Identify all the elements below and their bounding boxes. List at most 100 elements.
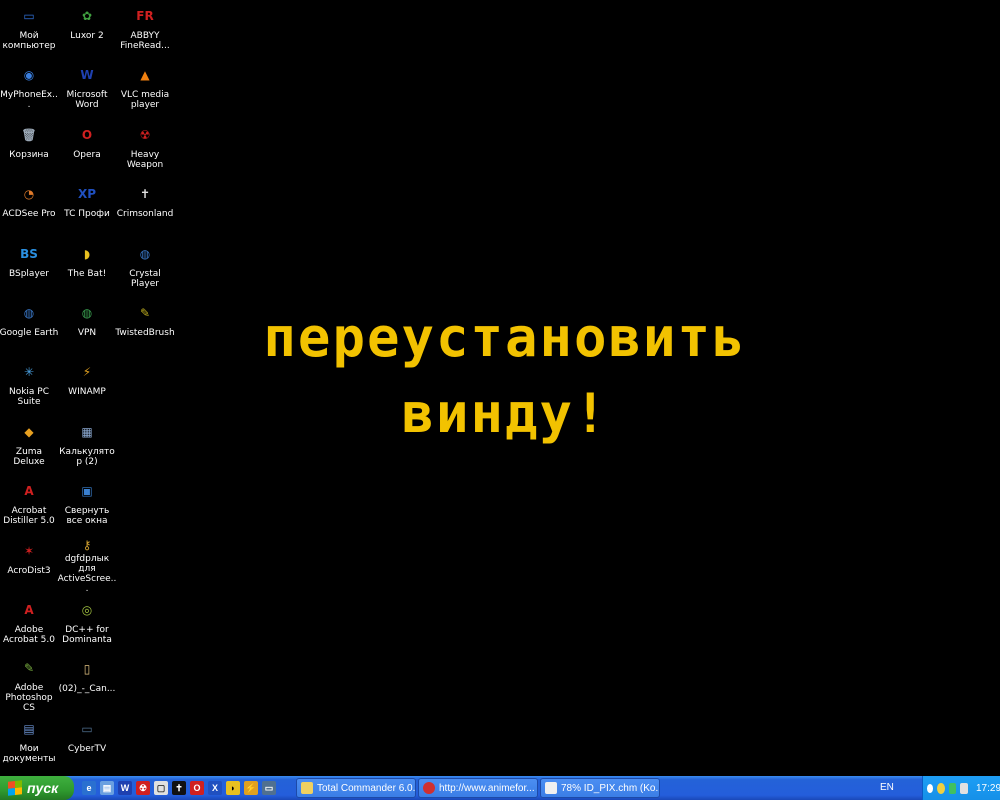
desktop-icon-label: dgfdрлык для ActiveScree... [57, 553, 117, 594]
crimsonland-icon[interactable]: ✝ [172, 781, 186, 795]
tray-volume-icon[interactable] [960, 782, 968, 794]
taskbar-task-opera[interactable]: http://www.animefor... [418, 778, 538, 798]
tray-moon-icon[interactable] [937, 782, 945, 794]
desktop-icon[interactable]: ▤ Мои документы [0, 713, 59, 772]
heavy-weapon-icon[interactable]: ☢ [136, 781, 150, 795]
desktop-icon[interactable]: ▭ Мой компьютер [0, 0, 59, 59]
desktop-icon-label: AcroDist3 [7, 565, 51, 576]
nokia-icon: ✳ [23, 365, 35, 380]
crystal-player-icon: ◍ [139, 246, 151, 261]
dcpp-icon: ◎ [81, 602, 93, 617]
desktop-icon[interactable]: ▭ CyberTV [57, 713, 117, 772]
desktop-icon[interactable]: FR ABBYY FineRead... [115, 0, 175, 59]
my-computer-icon: ▭ [23, 9, 35, 23]
desktop-icon-label: VPN [77, 327, 97, 338]
desktop-icon[interactable]: O Opera [57, 119, 117, 178]
desktop-icon[interactable]: XP TC Профи [57, 178, 117, 237]
quick-launch: e ▤ W ☢ ▢ ✝ O X ◗ ⚡ ▭ [82, 779, 276, 797]
tray-network-icon[interactable] [948, 782, 957, 794]
desktop-icon[interactable]: ▯ (02)_-_Can... [57, 653, 117, 712]
desktop-icon-label: ACDSee Pro [2, 209, 56, 220]
word-icon[interactable]: W [118, 781, 132, 795]
zuma-icon: ◆ [24, 424, 34, 439]
acrobat-distiller-icon: A [24, 484, 34, 499]
tc-profi-icon[interactable]: X [208, 781, 222, 795]
desktop-icon[interactable]: ◗ The Bat! [57, 238, 117, 297]
desktop-icon[interactable]: ✿ Luxor 2 [57, 0, 117, 59]
start-label: пуск [27, 780, 59, 796]
luxor-icon: ✿ [81, 9, 93, 23]
google-earth-icon: ◍ [23, 305, 35, 320]
desktop-icon-label: DC++ for Dominanta [62, 624, 112, 645]
system-tray: 17:29 [922, 776, 1000, 800]
desktop-icon[interactable]: ◍ Crystal Player [115, 238, 175, 297]
desktop-icon[interactable]: ▣ Свернуть все окна [57, 475, 117, 534]
acdsee-icon: ◔ [23, 187, 35, 202]
tc-profi-icon: XP [77, 187, 97, 202]
tray-arrow-icon[interactable] [927, 783, 934, 793]
window-icon[interactable]: ▢ [154, 781, 168, 795]
desktop-icon-label: Adobe Photoshop CS [5, 682, 53, 713]
vlc-icon: ▲ [140, 68, 150, 83]
my-documents-icon: ▤ [23, 721, 35, 736]
desktop-icon[interactable]: ◎ DC++ for Dominanta [57, 594, 117, 653]
desktop-icon[interactable]: ✶ AcroDist3 [0, 535, 59, 594]
desktop-icon[interactable]: ✎ Adobe Photoshop CS [0, 653, 59, 712]
webcam-icon: ◉ [23, 68, 35, 83]
crimsonland-icon: ✝ [139, 187, 151, 202]
desktop-icon[interactable]: A Adobe Acrobat 5.0 [0, 594, 59, 653]
desktop-icon[interactable]: ⚷ dgfdрлык для ActiveScree... [57, 535, 117, 594]
desktop: ▭ Мой компьютер ◉ MyPhoneEx... 🗑 Корзина ◔ ACDS… [0, 0, 1000, 776]
recycle-bin-icon: 🗑 [21, 127, 37, 142]
language-indicator[interactable]: EN [880, 782, 894, 793]
clock[interactable]: 17:29 [976, 783, 1000, 794]
desktop-icon[interactable]: 🗑 Корзина [0, 119, 59, 178]
task-label: 78% ID_PIX.chm (Ko... [561, 782, 660, 794]
desktop-icon-label: ABBYY FineRead... [120, 31, 170, 51]
desktop-icon[interactable]: ◉ MyPhoneEx... [0, 59, 59, 118]
the-bat-icon[interactable]: ◗ [226, 781, 240, 795]
desktop-icon[interactable]: ✳ Nokia PC Suite [0, 356, 59, 415]
desktop-icon-label: (02)_-_Can... [58, 684, 116, 695]
taskbar-task-download[interactable]: 78% ID_PIX.chm (Ko... [540, 778, 660, 798]
desktop-icons-column-1: ▭ Мой компьютер ◉ MyPhoneEx... 🗑 Корзина ◔ ACDS… [0, 0, 59, 772]
calculator-icon: ▦ [81, 424, 93, 439]
desktop-icon[interactable]: ◍ Google Earth [0, 297, 59, 356]
desktop-icon[interactable]: BS BSplayer [0, 238, 59, 297]
desktop-icon-label: Google Earth [0, 327, 59, 338]
desktop-icon[interactable]: ◆ Zuma Deluxe [0, 416, 59, 475]
winamp-icon[interactable]: ⚡ [244, 781, 258, 795]
desktop-icon-label: Microsoft Word [66, 90, 108, 111]
message-line-1: переустановить [263, 306, 747, 369]
winamp-icon: ⚡ [82, 365, 92, 380]
show-desktop-icon[interactable]: ▤ [100, 781, 114, 795]
taskbar-task-total-commander[interactable]: Total Commander 6.0... [296, 778, 416, 798]
desktop-icon-label: Luxor 2 [70, 31, 104, 41]
desktop-icon[interactable]: ▦ Калькулятор (2) [57, 416, 117, 475]
screen-icon[interactable]: ▭ [262, 781, 276, 795]
download-icon [545, 782, 557, 794]
taskbar: пуск e ▤ W ☢ ▢ ✝ O X ◗ ⚡ ▭ Total Command… [0, 776, 1000, 800]
photoshop-icon: ✎ [23, 661, 35, 676]
desktop-icon-label: CyberTV [67, 743, 107, 754]
desktop-icon-label: Мои документы [2, 743, 56, 764]
desktop-icon[interactable]: W Microsoft Word [57, 59, 117, 118]
desktop-icon[interactable]: ⚡ WINAMP [57, 356, 117, 415]
desktop-icon-label: Корзина [9, 149, 49, 160]
adobe-acrobat-icon: A [24, 602, 34, 617]
the-bat-icon: ◗ [83, 246, 91, 261]
desktop-icon[interactable]: ☢ Heavy Weapon [115, 119, 175, 178]
desktop-icon-label: MyPhoneEx... [0, 90, 58, 111]
keys-icon: ⚷ [82, 537, 92, 552]
desktop-icon[interactable]: ✝ Crimsonland [115, 178, 175, 237]
opera-icon[interactable]: O [190, 781, 204, 795]
message-line-2: винду! [401, 382, 609, 445]
desktop-icon[interactable]: ◍ VPN [57, 297, 117, 356]
desktop-icon[interactable]: ◔ ACDSee Pro [0, 178, 59, 237]
ie-icon[interactable]: e [82, 781, 96, 795]
desktop-icon[interactable]: ▲ VLC media player [115, 59, 175, 118]
desktop-icon-label: Opera [73, 149, 101, 160]
start-button[interactable]: пуск [0, 776, 74, 800]
desktop-icon[interactable]: A Acrobat Distiller 5.0 [0, 475, 59, 534]
desktop-icon-label: Свернуть все окна [64, 506, 110, 527]
